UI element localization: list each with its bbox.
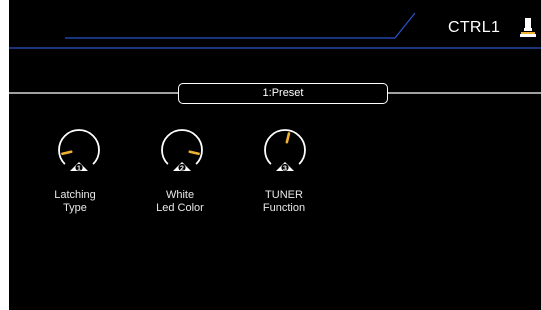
header-underline	[65, 12, 416, 39]
knob-2-pointer	[188, 150, 200, 156]
ctrl1-screen: CTRL1 1:Preset 1 2 3 Latching Type White…	[9, 0, 541, 310]
footswitch-icon	[520, 18, 536, 37]
knob-2-value: White	[165, 189, 195, 201]
knob-1-function: Type	[63, 201, 87, 214]
knob-3-label: TUNER Function	[239, 189, 329, 214]
knob-2-arc	[161, 129, 203, 165]
knob-3-function: Function	[262, 201, 306, 214]
knob-1-dial: 1	[58, 129, 100, 173]
knob-2[interactable]: 2	[142, 124, 222, 174]
knob-2-number: 2	[180, 166, 184, 173]
preset-label: 1:Preset	[262, 87, 304, 99]
page-title: CTRL1	[448, 19, 501, 36]
knob-3-value: TUNER	[265, 189, 303, 201]
knob-1-number: 1	[77, 166, 81, 173]
knob-3-arc	[264, 129, 306, 165]
knob-3-pointer	[285, 132, 291, 144]
knob-2-label: White Led Color	[135, 189, 225, 214]
knob-2-dial: 2	[161, 129, 203, 173]
knob-3-number: 3	[283, 166, 287, 173]
knob-1-arc	[58, 129, 100, 165]
knob-1-label: Latching Type	[30, 189, 120, 214]
knob-3-dial: 3	[264, 129, 306, 173]
knob-1[interactable]: 1	[39, 124, 119, 174]
knob-2-function: Led Color	[156, 201, 204, 214]
knob-1-value: Latching	[54, 189, 96, 201]
knob-1-pointer	[61, 150, 73, 156]
preset-box[interactable]: 1:Preset	[178, 83, 388, 104]
knob-3[interactable]: 3	[245, 124, 325, 174]
